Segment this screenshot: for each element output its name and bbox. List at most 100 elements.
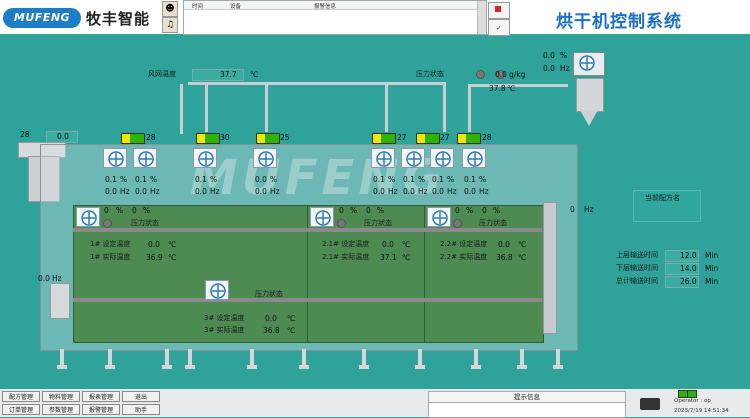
clear-button[interactable]: ✓	[488, 19, 510, 36]
zone1-fan[interactable]	[76, 207, 100, 227]
report-management-button[interactable]: 报表管理	[82, 391, 120, 402]
top-fan-5[interactable]	[371, 148, 395, 168]
top-fan-pct-2: 0.1	[135, 175, 147, 184]
zone1-pressure-label: 压力状态	[131, 219, 159, 227]
zone1-set-label: 1# 设定温度	[90, 240, 131, 248]
feeder-value: 0.0	[57, 132, 69, 141]
zone4-act-value: 36.8	[263, 326, 280, 335]
top-fan-2[interactable]	[133, 148, 157, 168]
zone1-act-value: 36.9	[146, 253, 163, 262]
zone1-fan-b: 0	[132, 206, 137, 215]
zone4-act-unit: ℃	[287, 326, 296, 335]
air-duct	[188, 82, 446, 85]
top-fan-3[interactable]	[193, 148, 217, 168]
zone2-set-value: 0.0	[382, 240, 394, 249]
zone4-set-unit: ℃	[287, 314, 296, 323]
top-fan-7[interactable]	[430, 148, 454, 168]
zone3-fan-pct: %	[466, 206, 474, 215]
col-device: 设备	[230, 4, 242, 10]
upper-time-unit: Min	[705, 251, 719, 260]
total-time-unit: Min	[705, 277, 719, 286]
zone3-fan[interactable]	[427, 207, 451, 227]
top-fan-pct-8: 0.1	[464, 175, 476, 184]
support-foot	[57, 365, 67, 369]
zone3-fan-a: 0	[455, 206, 460, 215]
right-hz-value: 0	[570, 205, 575, 214]
order-management-button[interactable]: 订单管理	[2, 404, 40, 415]
right-hz-unit: Hz	[584, 205, 594, 214]
exhaust-duct	[468, 84, 568, 87]
zone2-fan-b: 0	[366, 206, 371, 215]
lower-time-label: 下层输送时间	[616, 264, 658, 272]
lower-time-unit: Min	[705, 264, 719, 273]
zone2-act-value: 37.1	[380, 253, 397, 262]
feeder-id: 28	[20, 130, 30, 139]
pressure-indicator	[476, 70, 485, 79]
top-fan-hz-unit-1: Hz	[120, 187, 130, 196]
lamp-number-1: 28	[146, 133, 156, 142]
user-icon[interactable]: ☻	[162, 1, 178, 17]
zone4-set-value: 0.0	[265, 314, 277, 323]
datetime-label: 2023/7/19 14:51:34	[674, 408, 729, 414]
top-fan-pct-4: 0.0	[255, 175, 267, 184]
ack-button[interactable]	[488, 2, 510, 19]
zone1-set-unit: ℃	[168, 240, 177, 249]
recipe-management-button[interactable]: 配方管理	[2, 391, 40, 402]
zone3-indicator	[453, 219, 462, 228]
exhaust-temp-unit: ℃	[507, 84, 516, 93]
header-bar: MUFENG 牧丰智能 ☻ ♫ 时间 设备 报警信息 ✓ 烘干机控制系统	[0, 0, 750, 36]
bell-icon[interactable]: ♫	[162, 17, 178, 33]
top-fan-pct-unit-4: %	[270, 175, 278, 184]
top-fan-4[interactable]	[253, 148, 277, 168]
top-fan-hz-2: 0.0	[135, 187, 147, 196]
top-fan-hz-unit-2: Hz	[150, 187, 160, 196]
zone3-pressure-label: 压力状态	[479, 219, 507, 227]
top-fan-hz-unit-8: Hz	[479, 187, 489, 196]
exhaust-fan[interactable]	[573, 52, 605, 76]
top-fan-hz-6: 0.0	[403, 187, 415, 196]
mufeng-logo: MUFENG	[3, 8, 81, 28]
lower-left-unit: Hz	[52, 274, 62, 283]
status-lamp-6	[457, 133, 481, 144]
zone2-act-label: 2.1# 实际温度	[322, 253, 370, 261]
support-foot	[359, 365, 369, 369]
support-foot	[247, 365, 257, 369]
air-duct-branch	[205, 82, 208, 132]
conveyor-belt-upper	[73, 228, 542, 232]
air-duct-branch	[265, 82, 268, 132]
alarm-management-button[interactable]: 报警管理	[82, 404, 120, 415]
lower-left-value: 0.0	[38, 274, 50, 283]
zone3-act-unit: ℃	[518, 253, 527, 262]
alarm-table-header: 时间 设备 报警信息	[184, 1, 486, 10]
zone4-fan[interactable]	[205, 280, 229, 300]
zone2-act-unit: ℃	[402, 253, 411, 262]
support-foot	[471, 365, 481, 369]
discharge-unit[interactable]	[50, 283, 70, 319]
support-foot	[415, 365, 425, 369]
exit-button[interactable]: 退出	[122, 391, 160, 402]
parameter-management-button[interactable]: 参数管理	[42, 404, 80, 415]
zone3-fan-pct-b: %	[493, 206, 501, 215]
zone1-fan-a: 0	[104, 206, 109, 215]
top-fan-1[interactable]	[103, 148, 127, 168]
status-lamp-4	[372, 133, 396, 144]
top-fan-pct-unit-3: %	[210, 175, 218, 184]
col-message: 报警信息	[314, 4, 337, 10]
zone2-fan[interactable]	[310, 207, 334, 227]
alarm-table[interactable]: 时间 设备 报警信息	[183, 0, 487, 35]
material-management-button[interactable]: 物料管理	[42, 391, 80, 402]
top-fan-8[interactable]	[462, 148, 486, 168]
lower-time-value: 14.0	[680, 264, 697, 273]
zone3-set-unit: ℃	[518, 240, 527, 249]
helper-button[interactable]: 助手	[122, 404, 160, 415]
status-lamp-1	[121, 133, 145, 144]
keyboard-icon[interactable]	[640, 398, 660, 410]
top-fan-pct-3: 0.1	[195, 175, 207, 184]
lamp-number-3: 25	[280, 133, 290, 142]
support-foot	[162, 365, 172, 369]
zone3-set-label: 2.2# 设定温度	[440, 240, 488, 248]
top-fan-6[interactable]	[401, 148, 425, 168]
alarm-scrollbar[interactable]	[477, 1, 486, 34]
air-duct-branch	[468, 86, 471, 132]
zone2-fan-pct-b: %	[377, 206, 385, 215]
